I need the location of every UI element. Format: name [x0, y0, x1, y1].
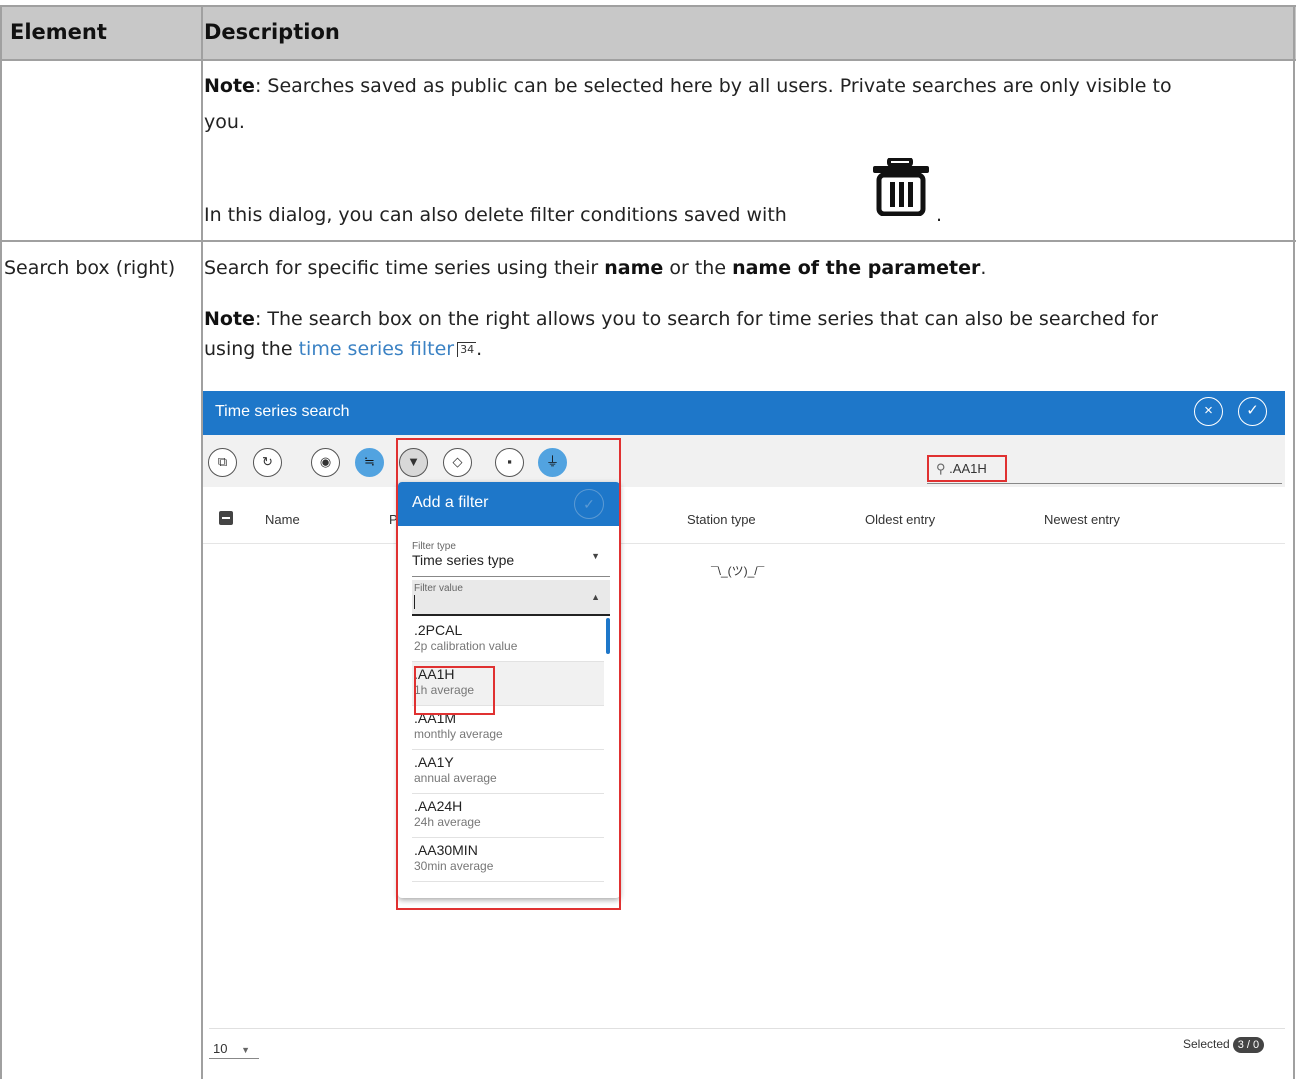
- desc-bold-parameter: name of the parameter: [732, 257, 981, 279]
- row1-delete-suffix: .: [936, 204, 943, 226]
- refresh-icon[interactable]: ↻: [253, 448, 282, 477]
- row1-note: Note: Searches saved as public can be se…: [204, 74, 1289, 98]
- search-icon: ⚲: [936, 461, 946, 476]
- highlight-box: [414, 666, 495, 715]
- view-icon[interactable]: ◉: [311, 448, 340, 477]
- trash-icon: [873, 158, 929, 216]
- page-size-value: 10: [213, 1041, 228, 1056]
- page-size-underline: [209, 1058, 259, 1059]
- table-border-left: [0, 5, 2, 1079]
- search-input[interactable]: ⚲ .AA1H: [927, 455, 1007, 482]
- row2-note: Note: The search box on the right allows…: [204, 307, 1289, 331]
- confirm-button[interactable]: ✓: [1238, 397, 1267, 426]
- empty-state: ¯\_(ツ)_/¯: [711, 564, 765, 578]
- page-size-select[interactable]: 10 ▼: [213, 1041, 250, 1056]
- table-header: [0, 5, 1296, 60]
- toolbar: ⧉ ↻ ◉ ≒ ▼ ◇ ▪ ⏚: [203, 435, 1285, 487]
- header-description: Description: [204, 20, 340, 44]
- note-text: using the: [204, 338, 299, 360]
- page-reference[interactable]: 34: [457, 342, 477, 357]
- search-underline: [927, 483, 1282, 484]
- table-border-top: [0, 5, 1296, 7]
- columns-icon[interactable]: ≒: [355, 448, 384, 477]
- row2-note-line2: using the time series filter 34.: [204, 337, 482, 361]
- header-divider: [203, 543, 1285, 544]
- desc-text: or the: [663, 257, 733, 279]
- footer-divider: [209, 1028, 1285, 1029]
- select-all-checkbox[interactable]: [219, 511, 233, 525]
- note-text: : The search box on the right allows you…: [254, 308, 1158, 330]
- time-series-filter-link[interactable]: time series filter: [299, 338, 454, 360]
- header-element: Element: [10, 20, 107, 44]
- row2-element: Search box (right): [4, 257, 176, 279]
- desc-bold-name: name: [604, 257, 664, 279]
- desc-text: .: [980, 257, 987, 279]
- dialog-title: Time series search: [215, 403, 350, 420]
- note-text: : Searches saved as public can be select…: [254, 75, 1172, 97]
- chevron-down-icon: ▼: [241, 1045, 251, 1055]
- time-series-search-screenshot: Time series search × ✓ ⧉ ↻ ◉ ≒ ▼ ◇ ▪ ⏚ ⚲…: [203, 391, 1285, 1079]
- note-label: Note: [204, 75, 255, 97]
- desc-text: Search for specific time series using th…: [204, 257, 605, 279]
- documentation-table: Element Description Note: Searches saved…: [0, 0, 1296, 1079]
- close-button[interactable]: ×: [1194, 397, 1223, 426]
- search-value: .AA1H: [949, 461, 987, 476]
- note-label: Note: [204, 308, 255, 330]
- table-border-right: [1293, 5, 1295, 1079]
- copy-icon[interactable]: ⧉: [208, 448, 237, 477]
- dialog-titlebar: Time series search × ✓: [203, 391, 1285, 435]
- column-oldest-entry[interactable]: Oldest entry: [865, 512, 935, 527]
- table-border-header: [0, 59, 1296, 61]
- note-text: .: [476, 338, 483, 360]
- selected-badge: 3 / 0: [1232, 1037, 1265, 1053]
- selected-count: Selected 3 / 0: [1183, 1037, 1265, 1053]
- selected-label: Selected: [1183, 1037, 1230, 1051]
- row1-note-line2: you.: [204, 111, 245, 133]
- row1-delete-text: In this dialog, you can also delete filt…: [204, 204, 787, 226]
- row2-description: Search for specific time series using th…: [204, 256, 986, 280]
- column-name[interactable]: Name: [265, 512, 300, 527]
- column-newest-entry[interactable]: Newest entry: [1044, 512, 1120, 527]
- table-row-divider: [0, 240, 1296, 242]
- column-station-type[interactable]: Station type: [687, 512, 756, 527]
